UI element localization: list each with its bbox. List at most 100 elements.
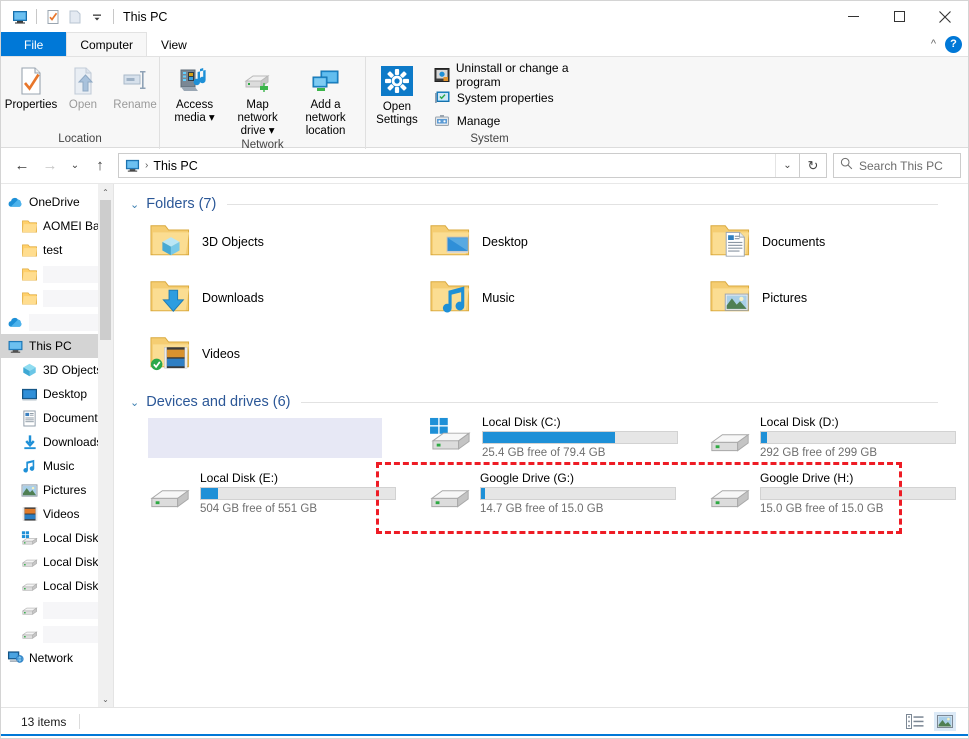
sidebar-item-music[interactable]: Music [1, 454, 113, 478]
sidebar-item-label: Local Disk [43, 531, 99, 545]
sidebar-item-local-disk[interactable]: Local Disk [1, 574, 113, 598]
search-placeholder: Search This PC [859, 158, 943, 173]
sidebar-item-local-disk[interactable]: Local Disk [1, 526, 113, 550]
breadcrumb[interactable]: › This PC ⌄ [118, 153, 800, 178]
sidebar-item-pictures[interactable]: Pictures [1, 478, 113, 502]
drive-tile[interactable]: Local Disk (E:) 504 GB free of 551 GB [136, 468, 416, 524]
refresh-button[interactable]: ↻ [800, 153, 827, 178]
rename-button-label: Rename [113, 99, 157, 111]
network-icon [7, 650, 24, 667]
sidebar-item-onedrive[interactable]: OneDrive [1, 190, 113, 214]
sidebar-item-videos[interactable]: Videos [1, 502, 113, 526]
status-bar: 13 items [1, 707, 968, 736]
sidebar-item-redacted-17[interactable] [1, 598, 113, 622]
sidebar-item-aomei-bac[interactable]: AOMEI Bac [1, 214, 113, 238]
open-settings-button[interactable]: Open Settings [370, 60, 424, 127]
folder-tile[interactable]: Videos [136, 326, 416, 382]
sidebar-item-local-disk[interactable]: Local Disk [1, 550, 113, 574]
customize-dropdown-icon[interactable] [86, 6, 108, 28]
sidebar-item-redacted-5[interactable] [1, 310, 113, 334]
sidebar-item-desktop[interactable]: Desktop [1, 382, 113, 406]
forward-button[interactable]: → [36, 152, 64, 180]
folder-tile[interactable]: Pictures [696, 270, 968, 326]
open-settings-label: Open Settings [376, 101, 418, 126]
folder-tile-label: 3D Objects [202, 235, 264, 249]
drive-tile[interactable]: Local Disk (D:) 292 GB free of 299 GB [696, 412, 968, 468]
drives-group-header[interactable]: ⌄ Devices and drives (6) [114, 382, 968, 412]
access-media-button[interactable]: Access media ▾ [164, 60, 225, 125]
ribbon-group-network: Access media ▾ Map network drive ▾ Add a… [159, 57, 365, 151]
details-view-button[interactable] [904, 712, 926, 731]
map-network-drive-button[interactable]: Map network drive ▾ [225, 60, 290, 138]
windows-drive-icon [21, 530, 38, 547]
properties-icon[interactable] [42, 6, 64, 28]
redacted-drive-tile [148, 418, 382, 458]
folders-group-header[interactable]: ⌄ Folders (7) [114, 184, 968, 214]
tab-view[interactable]: View [147, 32, 201, 56]
sidebar-item-redacted-4[interactable] [1, 286, 113, 310]
new-folder-icon[interactable] [64, 6, 86, 28]
collapse-ribbon-icon[interactable]: ^ [931, 38, 936, 50]
ribbon: Properties Open Rename Location Access m… [1, 56, 968, 151]
properties-button[interactable]: Properties [5, 60, 57, 112]
navigation-scrollbar[interactable]: ⌃ ⌄ [98, 184, 113, 707]
minimize-button[interactable] [830, 1, 876, 32]
navigation-pane[interactable]: OneDrive AOMEI Bac test This PC 3D Objects De… [1, 184, 113, 707]
drive-tile[interactable] [136, 412, 416, 468]
scrollbar-thumb[interactable] [100, 200, 111, 340]
add-network-location-button[interactable]: Add a network location [290, 60, 361, 138]
content-pane[interactable]: ⌄ Folders (7) 3D Objects Desktop Documents… [114, 184, 968, 707]
sidebar-item-network[interactable]: Network [1, 646, 113, 670]
folder-icon [21, 242, 38, 259]
tab-computer[interactable]: Computer [66, 32, 148, 56]
sidebar-item-3d-objects[interactable]: 3D Objects [1, 358, 113, 382]
large-icons-view-button[interactable] [934, 712, 956, 731]
sidebar-item-label: 3D Objects [43, 363, 103, 377]
access-media-label: Access media ▾ [174, 99, 215, 124]
folder-tile[interactable]: Downloads [136, 270, 416, 326]
sidebar-item-test[interactable]: test [1, 238, 113, 262]
folder-tile[interactable]: 3D Objects [136, 214, 416, 270]
up-button[interactable]: ↑ [86, 152, 114, 180]
address-dropdown-button[interactable]: ⌄ [775, 154, 799, 177]
scroll-down-arrow-icon[interactable]: ⌄ [98, 691, 113, 707]
tab-file[interactable]: File [1, 32, 67, 56]
sidebar-item-this-pc[interactable]: This PC [1, 334, 113, 358]
sidebar-item-redacted-3[interactable] [1, 262, 113, 286]
close-button[interactable] [922, 1, 968, 32]
this-pc-icon[interactable] [9, 6, 31, 28]
open-button[interactable]: Open [57, 60, 109, 112]
drive-tile[interactable]: Google Drive (G:) 14.7 GB free of 15.0 GB [416, 468, 696, 524]
drive-label: Local Disk (C:) [482, 415, 561, 429]
drive-tile[interactable]: Local Disk (C:) 25.4 GB free of 79.4 GB [416, 412, 696, 468]
scroll-up-arrow-icon[interactable]: ⌃ [98, 184, 113, 200]
sidebar-item-document[interactable]: Document [1, 406, 113, 430]
breadcrumb-this-pc[interactable]: › This PC [125, 158, 198, 173]
sidebar-item-downloads[interactable]: Downloads [1, 430, 113, 454]
folder-tile[interactable]: Desktop [416, 214, 696, 270]
file-explorer-window: This PC File Computer View ^ ? Propertie… [0, 0, 969, 739]
drive-capacity-bar [760, 487, 956, 500]
drive-tile[interactable]: Google Drive (H:) 15.0 GB free of 15.0 GB [696, 468, 968, 524]
rename-button[interactable]: Rename [109, 60, 161, 112]
back-button[interactable]: ← [8, 152, 36, 180]
folder-tile[interactable]: Documents [696, 214, 968, 270]
chevron-down-icon[interactable]: ⌄ [130, 396, 139, 409]
manage-button[interactable]: Manage [430, 111, 607, 131]
address-bar: ← → ⌄ ↑ › This PC ⌄ ↻ Search This PC [1, 148, 968, 184]
uninstall-program-button[interactable]: Uninstall or change a program [430, 61, 607, 89]
sidebar-item-label: Network [29, 651, 74, 665]
folder-tile[interactable]: Music [416, 270, 696, 326]
sidebar-item-redacted-18[interactable] [1, 622, 113, 646]
help-icon[interactable]: ? [945, 35, 962, 53]
network-group-label: Network [241, 139, 284, 151]
drive-icon [21, 578, 38, 595]
system-properties-button[interactable]: System properties [430, 88, 607, 108]
group-divider [227, 203, 938, 205]
folder-icon [21, 218, 38, 235]
maximize-button[interactable] [876, 1, 922, 32]
search-input[interactable]: Search This PC [833, 153, 961, 178]
uninstall-program-label: Uninstall or change a program [455, 61, 569, 89]
recent-locations-button[interactable]: ⌄ [64, 152, 86, 180]
chevron-down-icon[interactable]: ⌄ [130, 198, 139, 211]
